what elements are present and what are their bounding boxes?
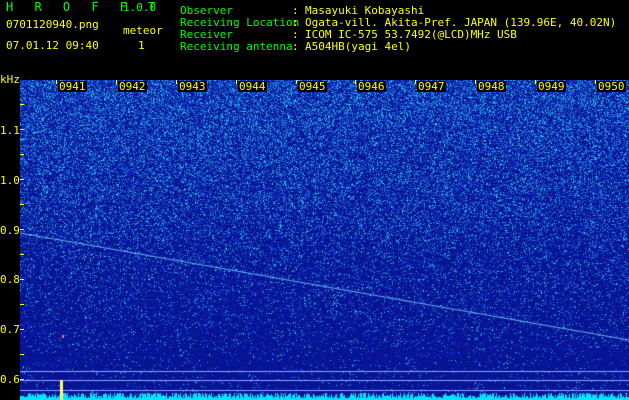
antenna-value: A504HB(yagi 4el)	[305, 40, 411, 53]
spectrogram-plot	[20, 80, 629, 400]
y-tick-label: 0.6	[0, 373, 20, 386]
y-tick	[20, 304, 24, 305]
x-tick-label: 0942	[118, 80, 147, 93]
x-tick	[236, 80, 237, 84]
app-version: 1.0.0	[123, 1, 157, 14]
y-tick	[20, 204, 24, 205]
y-tick	[20, 254, 24, 255]
x-tick	[56, 80, 57, 84]
x-tick	[535, 80, 536, 84]
x-tick	[176, 80, 177, 84]
datetime: 07.01.12 09:40	[6, 39, 99, 52]
x-tick	[296, 80, 297, 84]
meteor-label: meteor	[123, 24, 163, 37]
x-tick-label: 0941	[58, 80, 87, 93]
meteor-count: 1	[138, 39, 145, 52]
y-tick	[20, 229, 24, 230]
y-tick-label: 0.7	[0, 323, 20, 336]
x-tick-label: 0944	[238, 80, 267, 93]
y-tick	[20, 129, 24, 130]
y-tick-label: 0.8	[0, 273, 20, 286]
x-tick	[355, 80, 356, 84]
y-tick-label: 1.0	[0, 174, 20, 187]
info-antenna: Receiving antenna	[180, 41, 293, 53]
y-axis-unit: kHz	[0, 73, 20, 86]
x-tick	[415, 80, 416, 84]
y-tick	[20, 379, 24, 380]
y-tick	[20, 154, 24, 155]
x-tick-label: 0943	[178, 80, 207, 93]
x-tick-label: 0950	[597, 80, 626, 93]
filename: 0701120940.png	[6, 18, 99, 31]
x-tick-label: 0948	[477, 80, 506, 93]
y-tick	[20, 179, 24, 180]
x-tick	[595, 80, 596, 84]
x-tick-label: 0946	[357, 80, 386, 93]
y-tick	[20, 329, 24, 330]
info-label: Receiving antenna	[180, 40, 293, 53]
y-tick	[20, 104, 24, 105]
x-tick	[475, 80, 476, 84]
y-tick-label: 0.9	[0, 224, 20, 237]
y-tick	[20, 354, 24, 355]
y-tick	[20, 279, 24, 280]
x-tick-label: 0945	[298, 80, 327, 93]
hroft-screen: H R O F F T 1.0.0 0701120940.png 07.01.1…	[0, 0, 629, 400]
info-colon: :	[292, 40, 299, 53]
x-tick	[116, 80, 117, 84]
y-tick-label: 1.1	[0, 124, 20, 137]
x-tick-label: 0949	[537, 80, 566, 93]
x-tick-label: 0947	[417, 80, 446, 93]
